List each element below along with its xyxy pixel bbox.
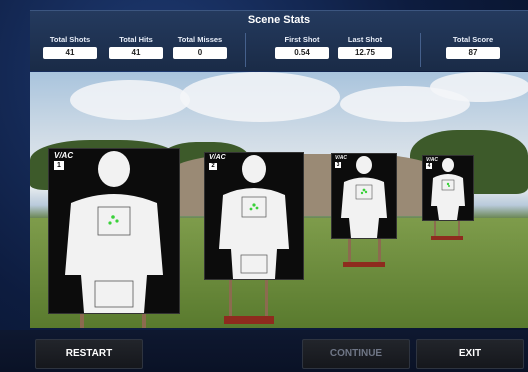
- silhouette-icon: [219, 155, 289, 279]
- stat-total-hits: Total Hits 41: [108, 35, 164, 69]
- stats-title: Scene Stats: [247, 14, 311, 26]
- target-stand-post: [142, 312, 146, 328]
- stat-label: Total Misses: [177, 35, 223, 44]
- continue-button[interactable]: CONTINUE: [302, 339, 410, 369]
- stat-total-score: Total Score 87: [443, 35, 503, 69]
- scene-stats-panel: Scene Stats Total Shots 41 Total Hits 41…: [30, 10, 528, 71]
- divider: [245, 33, 246, 67]
- silhouette-icon: [431, 158, 465, 220]
- stat-first-shot: First Shot 0.54: [274, 35, 330, 69]
- stat-value: 0: [173, 47, 227, 59]
- stat-label: Total Shots: [49, 35, 91, 44]
- range-scene-view: V/AC 4 V/AC 3 V/AC 2 V/AC 1: [30, 72, 528, 328]
- stat-label: Total Hits: [119, 35, 153, 44]
- target-stand-post: [80, 312, 84, 328]
- target-2[interactable]: V/AC 2: [204, 152, 304, 280]
- target-stand-base: [343, 262, 385, 267]
- stat-value: 0.54: [275, 47, 329, 59]
- cloud: [70, 80, 190, 120]
- stat-value: 87: [446, 47, 500, 59]
- silhouette-icon: [341, 156, 387, 238]
- exit-button[interactable]: EXIT: [416, 339, 524, 369]
- target-3[interactable]: V/AC 3: [331, 153, 397, 239]
- target-4[interactable]: V/AC 4: [422, 155, 474, 221]
- stat-value: 12.75: [338, 47, 392, 59]
- stat-label: Total Score: [452, 35, 494, 44]
- stat-last-shot: Last Shot 12.75: [337, 35, 393, 69]
- stat-value: 41: [109, 47, 163, 59]
- restart-button[interactable]: RESTART: [35, 339, 143, 369]
- target-stand-base: [431, 236, 463, 240]
- stat-total-misses: Total Misses 0: [172, 35, 228, 69]
- target-1[interactable]: V/AC 1: [48, 148, 180, 314]
- stat-label: Last Shot: [347, 35, 383, 44]
- silhouette-icon: [65, 151, 163, 313]
- divider: [420, 33, 421, 67]
- cloud: [180, 72, 340, 122]
- stat-value: 41: [43, 47, 97, 59]
- cloud: [430, 72, 528, 102]
- stat-label: First Shot: [284, 35, 320, 44]
- stat-total-shots: Total Shots 41: [42, 35, 98, 69]
- target-stand-base: [224, 316, 274, 324]
